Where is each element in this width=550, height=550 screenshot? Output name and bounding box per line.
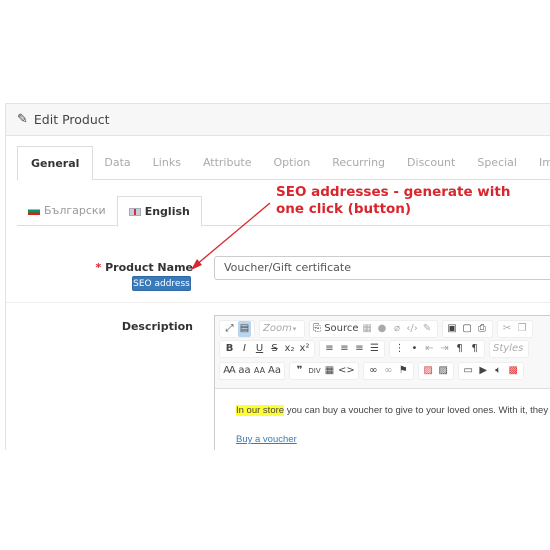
- annotation-arrow: [191, 202, 271, 270]
